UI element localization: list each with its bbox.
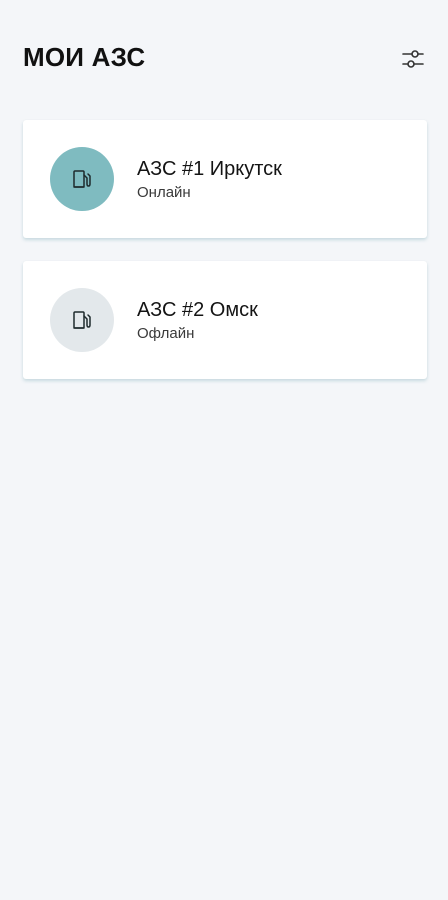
station-card-irkutsk[interactable]: АЗС #1 Иркутск Онлайн (23, 120, 427, 238)
station-name: АЗС #2 Омск (137, 299, 258, 321)
fuel-pump-icon (73, 311, 91, 329)
station-avatar (50, 147, 114, 211)
app-header: МОИ АЗС (0, 0, 448, 118)
station-avatar (50, 288, 114, 352)
page-title: МОИ АЗС (23, 42, 146, 72)
filter-button[interactable] (398, 44, 428, 74)
station-status: Офлайн (137, 325, 195, 342)
fuel-pump-icon (73, 170, 91, 188)
station-card-omsk[interactable]: АЗС #2 Омск Офлайн (23, 261, 427, 379)
station-list: АЗС #1 Иркутск Онлайн АЗС #2 Омск Офлайн (23, 120, 427, 402)
sliders-icon (402, 50, 424, 68)
station-name: АЗС #1 Иркутск (137, 158, 282, 180)
station-status: Онлайн (137, 184, 191, 201)
